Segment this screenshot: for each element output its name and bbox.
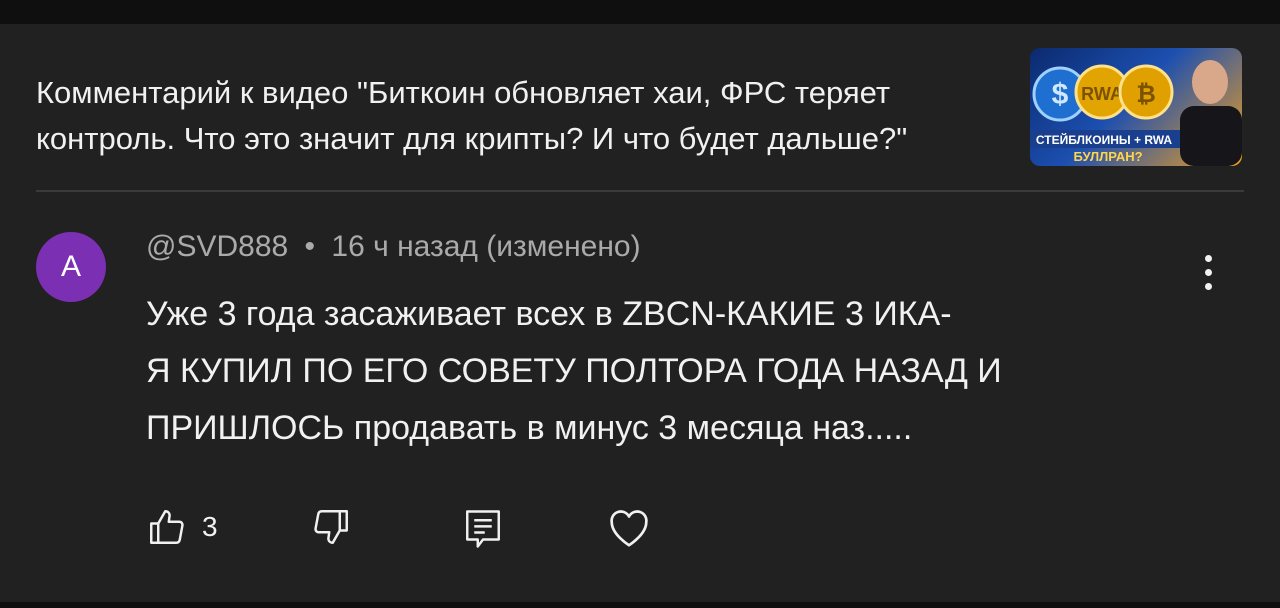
reply-icon (466, 510, 500, 548)
like-count: 3 (202, 511, 218, 542)
svg-text:₿: ₿ (1136, 81, 1156, 108)
heart-button[interactable] (606, 506, 652, 550)
comment-text: Уже 3 года засаживает всех в ZBCN-КАКИЕ … (146, 286, 1226, 457)
thumb-up-icon (150, 510, 184, 544)
comment-time: 16 ч назад (изменено) (331, 230, 641, 263)
comment-line: Уже 3 года засаживает всех в ZBCN-КАКИЕ … (146, 295, 952, 333)
avatar[interactable]: A (36, 232, 106, 302)
avatar-letter: A (60, 250, 81, 283)
like-button[interactable]: 3 (146, 506, 218, 548)
comment-line: Я КУПИЛ ПО ЕГО СОВЕТУ ПОЛТОРА ГОДА НАЗАД… (146, 352, 1002, 390)
meta-separator: • (304, 230, 316, 263)
comment-panel: Комментарий к видео "Биткоин обновляет х… (0, 24, 1280, 602)
heart-icon (610, 510, 648, 547)
thumbnail-art: $ RWA ₿ СТЕЙБЛКОИНЫ + RWA БУЛЛРАН? (1030, 60, 1242, 166)
author-handle[interactable]: @SVD888 (146, 230, 288, 263)
thumb-down-icon (314, 510, 348, 544)
thumbnail-text-2: БУЛЛРАН? (1073, 149, 1142, 164)
video-thumbnail[interactable]: $ RWA ₿ СТЕЙБЛКОИНЫ + RWA БУЛЛРАН? (1030, 48, 1242, 166)
video-title[interactable]: Комментарий к видео "Биткоин обновляет х… (36, 70, 996, 162)
comment-line: ПРИШЛОСЬ продавать в минус 3 месяца наз.… (146, 409, 913, 447)
svg-text:$: $ (1052, 78, 1069, 111)
dislike-button[interactable] (310, 506, 352, 548)
divider (36, 190, 1244, 192)
reply-button[interactable] (462, 506, 504, 552)
comment-meta: @SVD888 • 16 ч назад (изменено) (146, 230, 641, 264)
thumbnail-text-1: СТЕЙБЛКОИНЫ + RWA (1036, 132, 1173, 147)
svg-text:RWA: RWA (1081, 84, 1123, 104)
